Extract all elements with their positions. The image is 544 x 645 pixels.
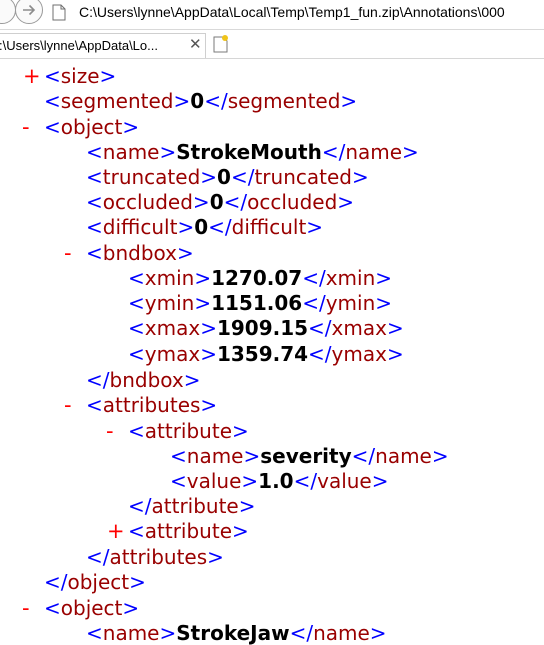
collapse-toggle[interactable]: + bbox=[23, 64, 41, 88]
xml-line-bndbox-close: </bndbox> bbox=[86, 368, 201, 392]
xml-line-bndbox-open: <bndbox> bbox=[86, 241, 194, 265]
url-text[interactable]: C:\Users\lynne\AppData\Local\Temp\Temp1_… bbox=[79, 4, 505, 20]
xml-line-xmin: <xmin>1270.07</xmin> bbox=[128, 266, 393, 290]
new-tab-icon[interactable] bbox=[210, 33, 232, 55]
xml-line-object-open: <object> bbox=[44, 115, 140, 139]
xml-line-attribute-value: <value>1.0</value> bbox=[170, 469, 389, 493]
collapse-toggle[interactable]: + bbox=[107, 519, 125, 543]
xml-line-difficult: <difficult>0</difficult> bbox=[86, 215, 324, 239]
xml-line-name-partial: <name>StrokeJaw</name> bbox=[86, 621, 387, 645]
xml-line-size: <size> bbox=[44, 64, 117, 88]
xml-line-attribute-collapsed: <attribute> bbox=[128, 519, 249, 543]
xml-line-object-close: </object> bbox=[44, 570, 146, 594]
tab-title: :\Users\lynne\AppData\Lo... bbox=[0, 38, 158, 53]
xml-line-truncated: <truncated>0</truncated> bbox=[86, 165, 369, 189]
xml-document: + <size> <segmented>0</segmented> - <obj… bbox=[0, 58, 544, 645]
arrow-right-icon bbox=[23, 4, 36, 16]
xml-line-attributes-close: </attributes> bbox=[86, 545, 224, 569]
tab-strip: :\Users\lynne\AppData\Lo... ✕ bbox=[0, 30, 544, 59]
back-button[interactable] bbox=[0, 0, 16, 24]
tab-close-icon[interactable]: ✕ bbox=[189, 35, 202, 53]
expand-toggle[interactable]: - bbox=[64, 393, 72, 417]
xml-line-occluded: <occluded>0</occluded> bbox=[86, 190, 355, 214]
page-icon bbox=[52, 4, 66, 21]
xml-line-segmented: <segmented>0</segmented> bbox=[44, 89, 358, 113]
tab-active[interactable]: :\Users\lynne\AppData\Lo... ✕ bbox=[0, 33, 206, 58]
xml-line-ymin: <ymin>1151.06</ymin> bbox=[128, 291, 393, 315]
xml-line-xmax: <xmax>1909.15</xmax> bbox=[128, 316, 404, 340]
xml-line-attributes-open: <attributes> bbox=[86, 393, 218, 417]
expand-toggle[interactable]: - bbox=[22, 596, 30, 620]
xml-line-attribute-open: <attribute> bbox=[128, 419, 249, 443]
xml-line-ymax: <ymax>1359.74</ymax> bbox=[128, 342, 404, 366]
expand-toggle[interactable]: - bbox=[106, 419, 114, 443]
xml-line-attribute-name: <name>severity</name> bbox=[170, 444, 449, 468]
forward-button[interactable] bbox=[15, 0, 43, 24]
xml-line-object-open: <object> bbox=[44, 596, 140, 620]
address-bar: C:\Users\lynne\AppData\Local\Temp\Temp1_… bbox=[0, 0, 544, 30]
expand-toggle[interactable]: - bbox=[64, 241, 72, 265]
xml-line-attribute-close: </attribute> bbox=[128, 494, 256, 518]
xml-line-name: <name>StrokeMouth</name> bbox=[86, 140, 419, 164]
expand-toggle[interactable]: - bbox=[22, 115, 30, 139]
